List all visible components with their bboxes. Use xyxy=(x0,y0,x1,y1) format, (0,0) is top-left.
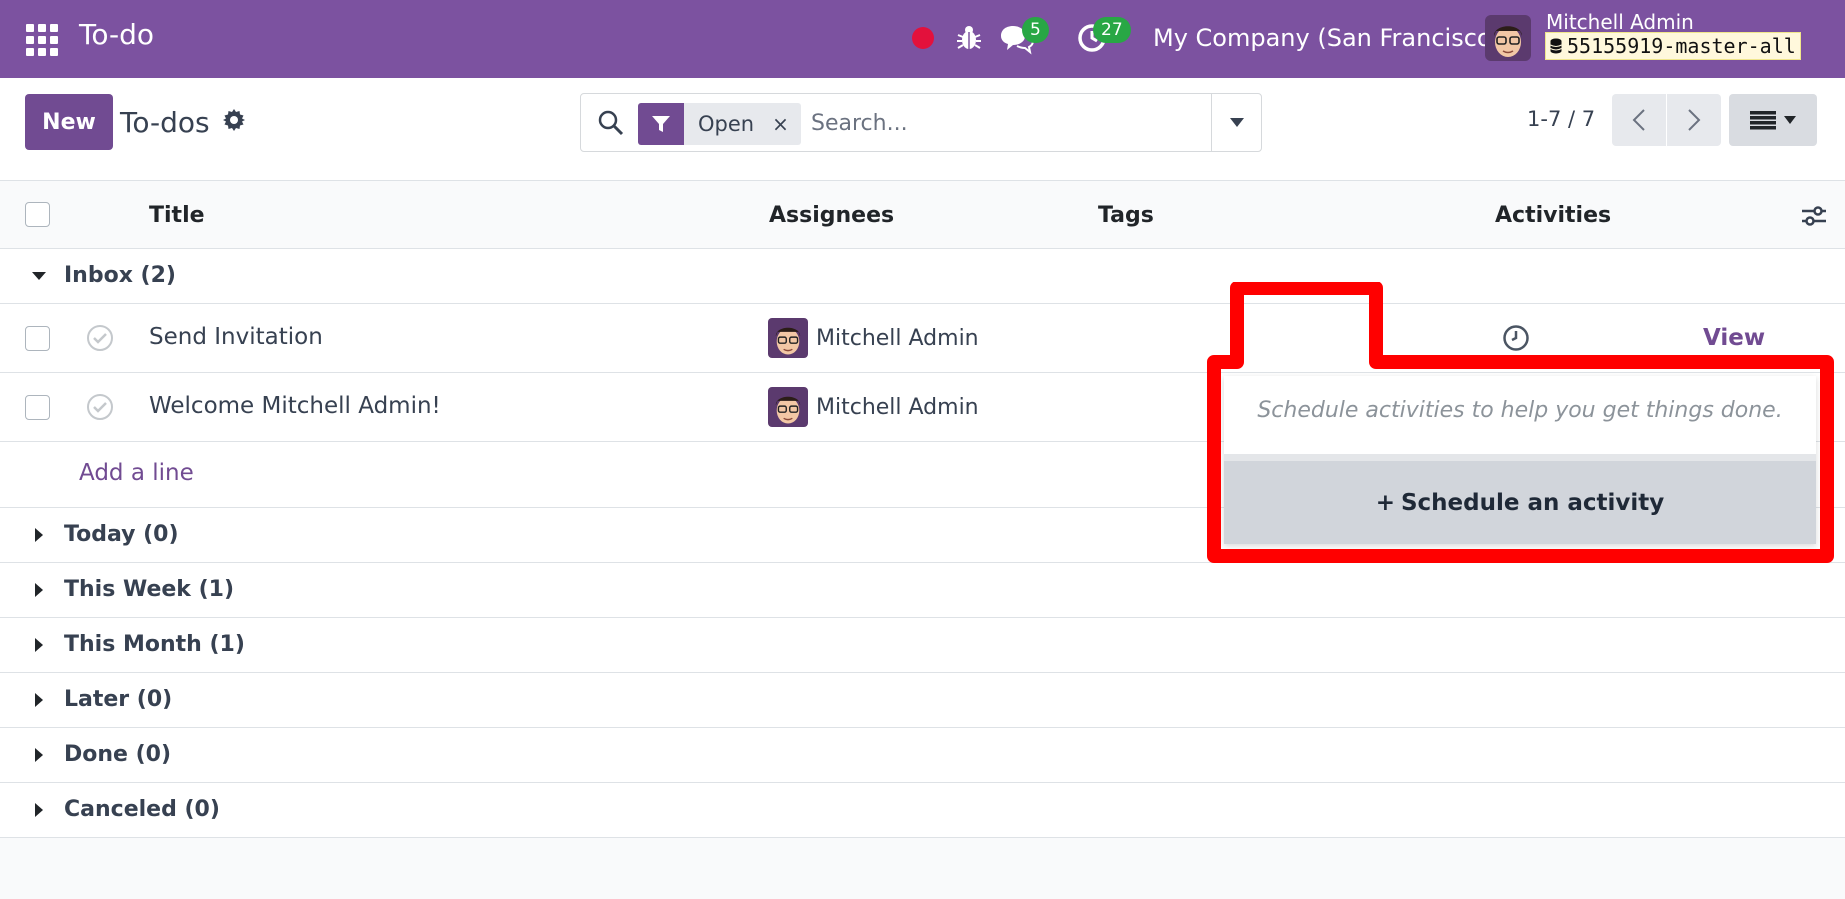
group-label: This Month (1) xyxy=(64,632,245,657)
todo-title[interactable]: Send Invitation xyxy=(149,324,323,350)
company-switcher[interactable]: My Company (San Francisco) xyxy=(1153,24,1501,52)
search-bar: Open × xyxy=(580,93,1262,152)
search-input[interactable] xyxy=(811,107,1191,139)
bug-icon[interactable] xyxy=(955,24,983,52)
database-badge: 55155919-master-all xyxy=(1545,32,1801,60)
pager-previous-button[interactable] xyxy=(1612,94,1666,146)
gear-icon[interactable] xyxy=(222,108,246,132)
assignee[interactable]: Mitchell Admin xyxy=(768,318,979,358)
row-checkbox[interactable] xyxy=(25,326,50,351)
filter-icon xyxy=(638,103,684,145)
done-toggle-icon[interactable] xyxy=(86,393,114,421)
plus-icon: + xyxy=(1375,489,1395,516)
popover-divider xyxy=(1224,454,1816,461)
pager-next-button[interactable] xyxy=(1667,94,1721,146)
column-assignees[interactable]: Assignees xyxy=(769,203,894,228)
caret-right-icon xyxy=(35,748,43,762)
facet-label: Open xyxy=(698,112,755,136)
search-facet-open[interactable]: Open × xyxy=(638,103,801,145)
messages-count-badge: 5 xyxy=(1022,17,1049,43)
avatar xyxy=(768,318,808,358)
new-button[interactable]: New xyxy=(25,94,113,150)
group-label: Today (0) xyxy=(64,522,179,547)
view-button[interactable]: View xyxy=(1703,325,1765,351)
page-title: To-dos xyxy=(120,106,210,139)
done-toggle-icon[interactable] xyxy=(86,324,114,352)
group-row-this-month[interactable]: This Month (1) xyxy=(0,618,1845,673)
column-activities[interactable]: Activities xyxy=(1495,203,1611,228)
assignee-name: Mitchell Admin xyxy=(816,394,979,420)
caret-right-icon xyxy=(35,528,43,542)
search-icon[interactable] xyxy=(597,109,625,137)
user-avatar[interactable] xyxy=(1485,15,1531,61)
search-options-toggle[interactable] xyxy=(1211,94,1261,151)
view-switcher-button[interactable] xyxy=(1729,94,1817,146)
optional-columns-icon[interactable] xyxy=(1800,203,1828,229)
pager-value[interactable]: 1-7 / 7 xyxy=(1527,107,1595,131)
group-label: Canceled (0) xyxy=(64,797,220,822)
caret-right-icon xyxy=(35,638,43,652)
group-row-later[interactable]: Later (0) xyxy=(0,673,1845,728)
assignee-name: Mitchell Admin xyxy=(816,325,979,351)
assignee[interactable]: Mitchell Admin xyxy=(768,387,979,427)
caret-right-icon xyxy=(35,803,43,817)
caret-right-icon xyxy=(35,693,43,707)
facet-remove-icon[interactable]: × xyxy=(772,112,789,136)
column-title[interactable]: Title xyxy=(149,203,205,228)
chevron-right-icon xyxy=(1688,109,1701,131)
caret-down-icon xyxy=(1784,116,1796,124)
group-row-done[interactable]: Done (0) xyxy=(0,728,1845,783)
column-tags[interactable]: Tags xyxy=(1098,203,1154,228)
user-name[interactable]: Mitchell Admin xyxy=(1546,10,1694,34)
list-header: Title Assignees Tags Activities xyxy=(0,181,1845,249)
select-all-checkbox[interactable] xyxy=(25,202,50,227)
list-view-icon xyxy=(1750,111,1776,130)
database-icon xyxy=(1550,38,1562,54)
group-label: Later (0) xyxy=(64,687,173,712)
caret-right-icon xyxy=(35,583,43,597)
table-row[interactable]: Send Invitation Mitchell Admin View xyxy=(0,304,1845,373)
avatar xyxy=(768,387,808,427)
group-row-canceled[interactable]: Canceled (0) xyxy=(0,783,1845,838)
group-row-this-week[interactable]: This Week (1) xyxy=(0,563,1845,618)
group-row-inbox[interactable]: Inbox (2) xyxy=(0,249,1845,304)
caret-down-icon xyxy=(1229,118,1244,127)
row-checkbox[interactable] xyxy=(25,395,50,420)
apps-menu-icon[interactable] xyxy=(26,24,58,56)
control-panel: New To-dos Open × 1-7 / 7 xyxy=(0,78,1845,181)
group-label: Inbox (2) xyxy=(64,263,176,288)
schedule-activity-label: Schedule an activity xyxy=(1400,489,1665,516)
app-name[interactable]: To-do xyxy=(79,18,154,51)
caret-down-icon xyxy=(32,272,46,280)
top-navbar: To-do 5 27 My Company (San Francisco) Mi… xyxy=(0,0,1845,78)
add-line-link[interactable]: Add a line xyxy=(79,460,194,486)
activity-clock-icon[interactable] xyxy=(1502,324,1530,352)
activities-count-badge: 27 xyxy=(1093,17,1131,43)
todo-title[interactable]: Welcome Mitchell Admin! xyxy=(149,393,441,419)
group-label: This Week (1) xyxy=(64,577,234,602)
group-label: Done (0) xyxy=(64,742,172,767)
activity-hint: Schedule activities to help you get thin… xyxy=(1257,398,1783,423)
recording-icon[interactable] xyxy=(912,27,934,49)
schedule-activity-button[interactable]: + Schedule an activity xyxy=(1224,461,1816,544)
database-name: 55155919-master-all xyxy=(1567,34,1796,58)
chevron-left-icon xyxy=(1632,109,1645,131)
activity-popover: Schedule activities to help you get thin… xyxy=(1224,376,1816,544)
